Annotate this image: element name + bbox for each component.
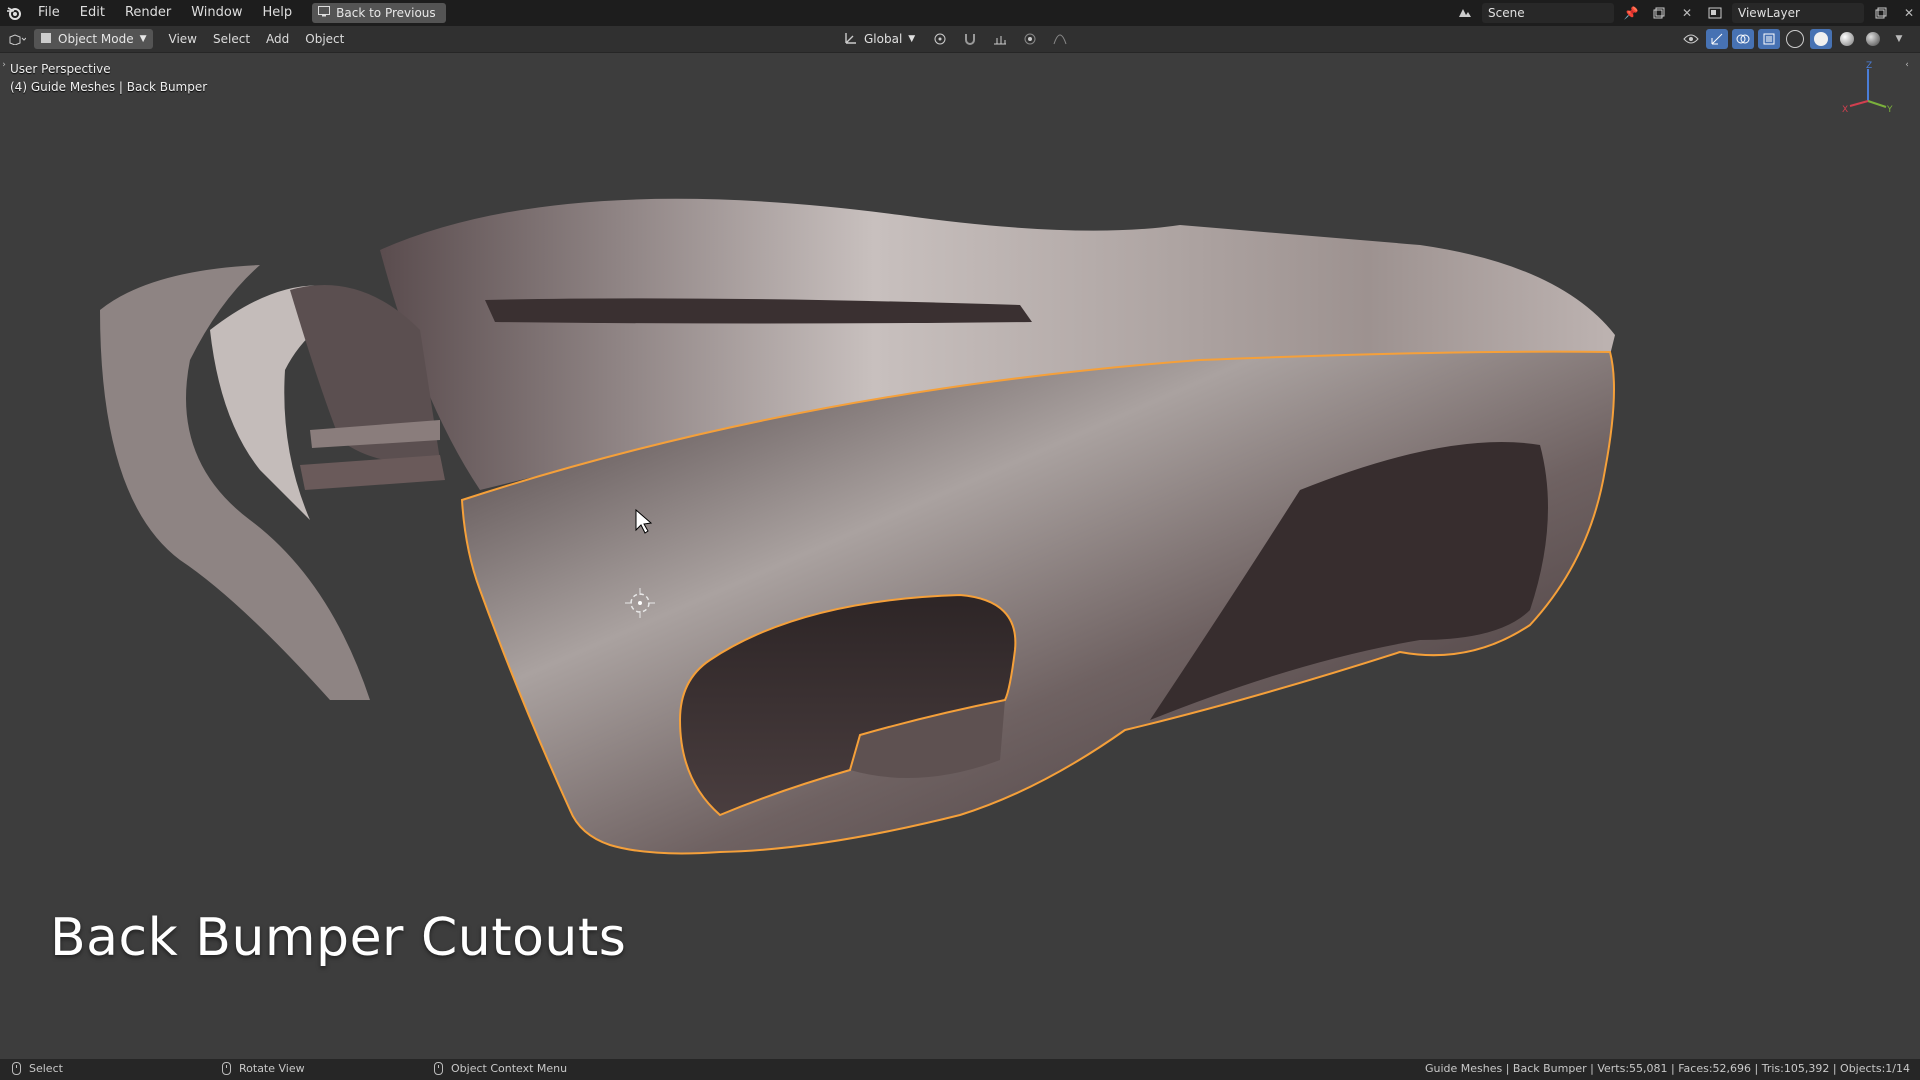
mouse-left-icon	[12, 1062, 21, 1075]
material-preview-shading-icon[interactable]	[1836, 29, 1858, 49]
viewport-perspective-label: User Perspective	[10, 62, 111, 76]
sidebar-toggle-icon[interactable]: ‹	[1896, 55, 1918, 75]
new-scene-icon[interactable]	[1648, 3, 1670, 23]
snap-target-icon[interactable]	[989, 29, 1011, 49]
menu-render[interactable]: Render	[115, 0, 181, 26]
solid-shading-icon[interactable]	[1810, 29, 1832, 49]
overlays-toggle-icon[interactable]	[1732, 29, 1754, 49]
gizmo-x-label: X	[1842, 105, 1848, 115]
video-caption: Back Bumper Cutouts	[50, 908, 627, 968]
visibility-eye-icon[interactable]	[1680, 29, 1702, 49]
scene-selector-icon[interactable]	[1454, 3, 1476, 23]
pin-icon[interactable]: 📌	[1620, 3, 1642, 23]
blender-logo-icon[interactable]	[0, 0, 28, 26]
close-view-layer-icon[interactable]: ✕	[1898, 3, 1920, 23]
screen-icon	[318, 3, 331, 23]
status-bar: Select Rotate View Object Context Menu G…	[0, 1059, 1920, 1080]
menu-view[interactable]: View	[161, 29, 205, 49]
gizmo-z-label: Z	[1866, 61, 1872, 71]
orientation-label: Global	[864, 32, 903, 46]
menu-edit[interactable]: Edit	[70, 0, 115, 26]
scene-field[interactable]: Scene	[1482, 3, 1614, 23]
menu-help[interactable]: Help	[253, 0, 303, 26]
pivot-point-icon[interactable]	[929, 29, 951, 49]
status-context-label: Object Context Menu	[451, 1062, 568, 1075]
menu-file[interactable]: File	[28, 0, 70, 26]
object-mode-icon	[40, 32, 52, 47]
rendered-shading-icon[interactable]	[1862, 29, 1884, 49]
status-middle-click: Rotate View	[222, 1062, 305, 1075]
scene-name: Scene	[1488, 6, 1525, 20]
view-layer-field[interactable]: ViewLayer	[1732, 3, 1864, 23]
view-layer-icon[interactable]	[1704, 3, 1726, 23]
top-bar: File Edit Render Window Help Back to Pre…	[0, 0, 1920, 26]
proportional-edit-icon[interactable]	[1019, 29, 1041, 49]
editor-type-icon[interactable]	[6, 29, 28, 49]
status-right-click: Object Context Menu	[434, 1062, 567, 1075]
gizmo-y-label: Y	[1886, 105, 1893, 115]
close-scene-icon[interactable]: ✕	[1676, 3, 1698, 23]
gizmo-toggle-icon[interactable]	[1706, 29, 1728, 49]
falloff-icon[interactable]	[1049, 29, 1071, 49]
viewport-header: Object Mode ▼ View Select Add Object Glo…	[0, 26, 1920, 53]
chevron-down-icon: ▼	[139, 34, 147, 44]
back-to-previous-label: Back to Previous	[336, 6, 436, 20]
status-rotate-label: Rotate View	[239, 1062, 305, 1075]
toolbar-toggle-icon[interactable]: ›	[0, 55, 8, 75]
mouse-middle-icon	[222, 1062, 231, 1075]
status-select-label: Select	[29, 1062, 63, 1075]
menu-add[interactable]: Add	[258, 29, 297, 49]
viewport-display-tools: ▼	[1680, 29, 1910, 49]
navigation-gizmo[interactable]: Z Y X	[1838, 61, 1898, 121]
object-mode-dropdown[interactable]: Object Mode ▼	[34, 29, 153, 49]
wireframe-shading-icon[interactable]	[1784, 29, 1806, 49]
snap-icon[interactable]	[959, 29, 981, 49]
menu-object[interactable]: Object	[297, 29, 352, 49]
back-to-previous-button[interactable]: Back to Previous	[312, 3, 446, 23]
scene-statistics: Guide Meshes | Back Bumper | Verts:55,08…	[1424, 1062, 1910, 1075]
mouse-right-icon	[434, 1062, 443, 1075]
orientation-icon	[844, 31, 858, 48]
menu-window[interactable]: Window	[181, 0, 252, 26]
status-left-click: Select	[12, 1062, 63, 1075]
viewport-collection-info: (4) Guide Meshes | Back Bumper	[10, 80, 208, 94]
3d-viewport[interactable]: User Perspective (4) Guide Meshes | Back…	[0, 53, 1920, 1059]
transform-orientation-dropdown[interactable]: Global ▼	[838, 29, 921, 49]
topbar-right-group: Scene 📌 ✕ ViewLayer ✕	[1454, 0, 1920, 26]
xray-toggle-icon[interactable]	[1758, 29, 1780, 49]
chevron-down-icon: ▼	[908, 34, 916, 44]
object-mode-label: Object Mode	[58, 32, 134, 46]
view-layer-name: ViewLayer	[1738, 6, 1800, 20]
new-view-layer-icon[interactable]	[1870, 3, 1892, 23]
menu-select[interactable]: Select	[205, 29, 258, 49]
transform-tools: Global ▼	[838, 29, 1071, 49]
chevron-down-icon[interactable]: ▼	[1888, 29, 1910, 49]
